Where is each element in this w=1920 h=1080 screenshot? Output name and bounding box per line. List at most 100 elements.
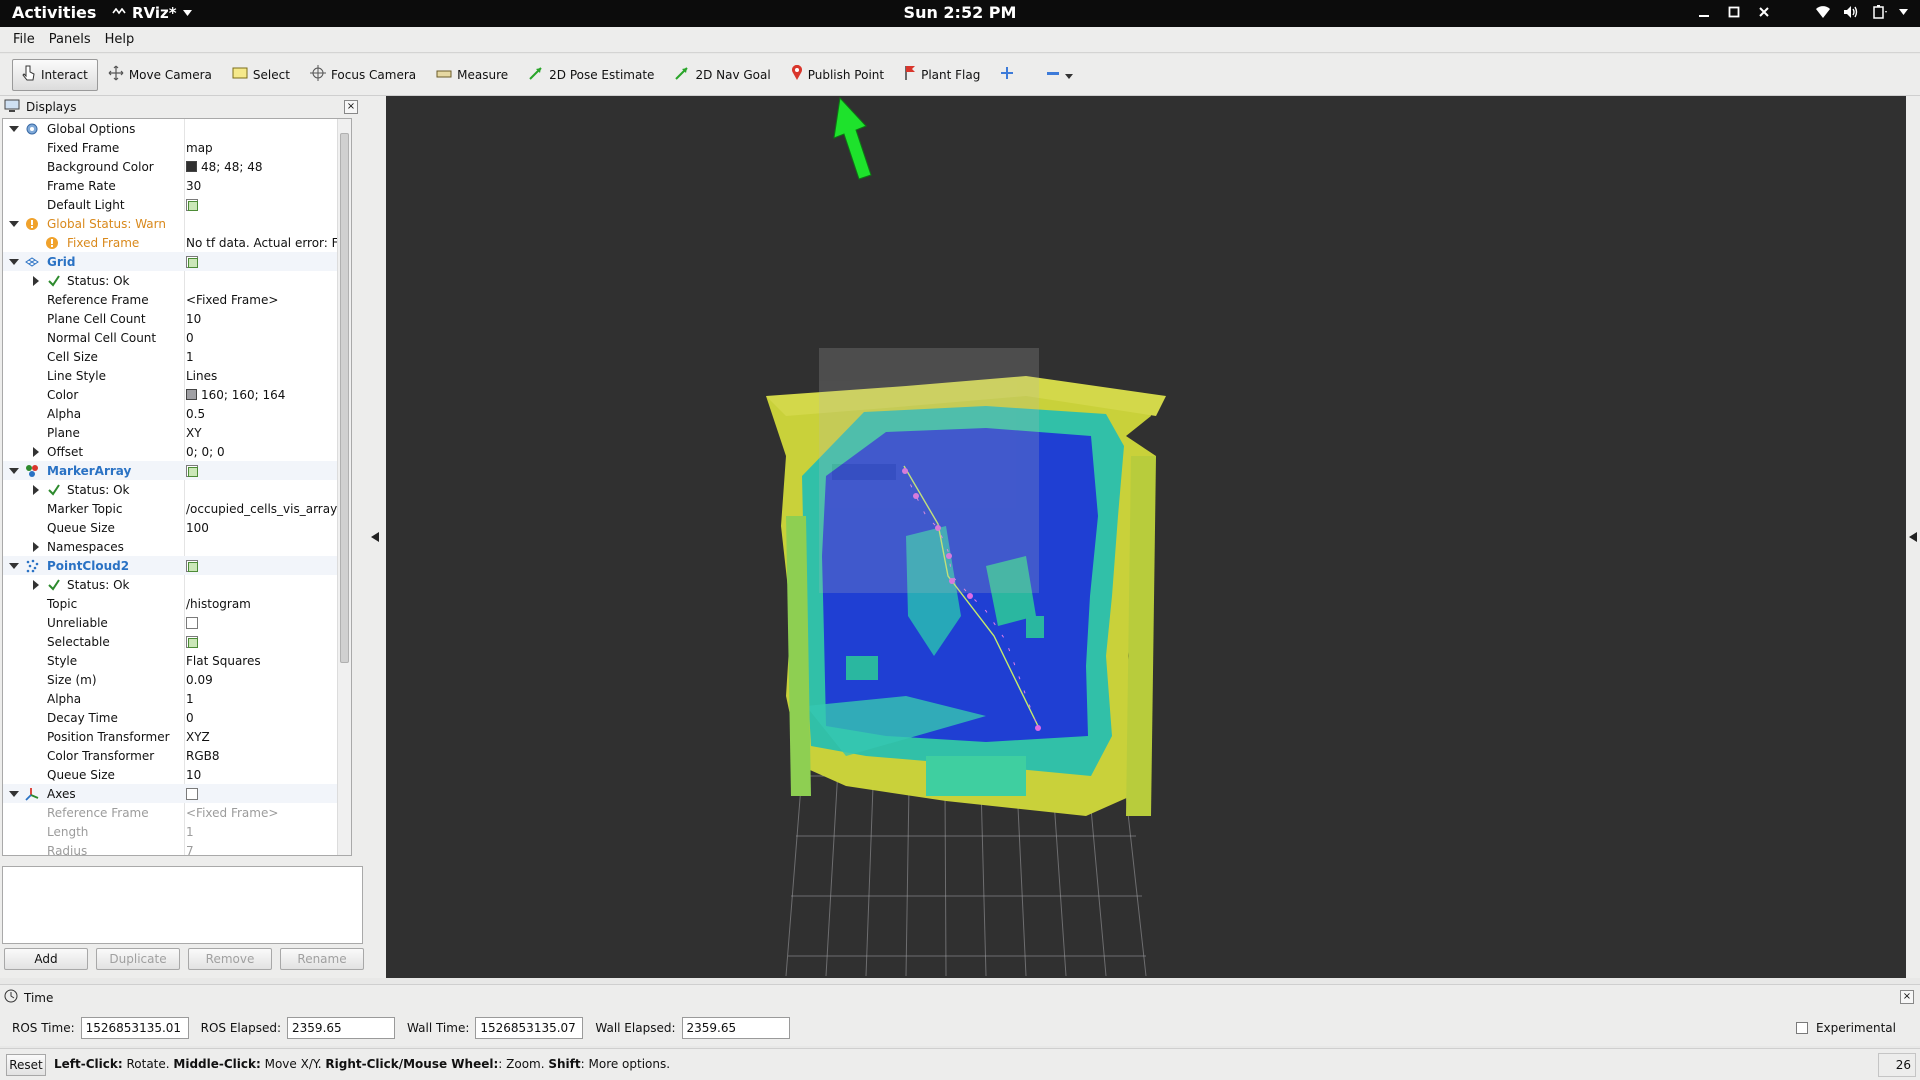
nav-goal-tool-button[interactable]: 2D Nav Goal xyxy=(664,59,780,91)
tree-row-color-transformer[interactable]: Color Transformer RGB8 xyxy=(3,746,351,765)
activities-button[interactable]: Activities xyxy=(12,3,96,22)
axes-enabled-checkbox[interactable] xyxy=(186,788,198,800)
tree-row-queue-size[interactable]: Queue Size 100 xyxy=(3,518,351,537)
property-value[interactable]: XY xyxy=(186,426,351,440)
property-value[interactable]: <Fixed Frame> xyxy=(186,293,351,307)
property-value[interactable]: 30 xyxy=(186,179,351,193)
default-light-checkbox[interactable] xyxy=(186,199,198,211)
tree-row-alpha[interactable]: Alpha 1 xyxy=(3,689,351,708)
tree-row-normal-cell-count[interactable]: Normal Cell Count 0 xyxy=(3,328,351,347)
clock[interactable]: Sun 2:52 PM xyxy=(0,3,1920,22)
tree-row-reference-frame[interactable]: Reference Frame <Fixed Frame> xyxy=(3,290,351,309)
reset-button[interactable]: Reset xyxy=(6,1054,46,1076)
tree-row-pointcloud2[interactable]: PointCloud2 xyxy=(3,556,351,575)
expand-right-icon[interactable] xyxy=(31,447,41,457)
tree-row-background-color[interactable]: Background Color 48; 48; 48 xyxy=(3,157,351,176)
experimental-option[interactable]: Experimental xyxy=(1795,1021,1896,1035)
selectable-checkbox[interactable] xyxy=(186,636,198,648)
property-value[interactable]: Lines xyxy=(186,369,351,383)
select-tool-button[interactable]: Select xyxy=(222,59,300,91)
property-value[interactable]: map xyxy=(186,141,351,155)
tree-row-frame-rate[interactable]: Frame Rate 30 xyxy=(3,176,351,195)
property-value[interactable]: 0.09 xyxy=(186,673,351,687)
focus-camera-tool-button[interactable]: Focus Camera xyxy=(300,59,426,91)
system-tray[interactable] xyxy=(1815,5,1908,19)
property-value[interactable]: 10 xyxy=(186,768,351,782)
duplicate-display-button[interactable]: Duplicate xyxy=(96,948,180,970)
grid-enabled-checkbox[interactable] xyxy=(186,256,198,268)
expand-right-icon[interactable] xyxy=(31,485,41,495)
add-tool-button[interactable] xyxy=(990,59,1024,91)
remove-display-button[interactable]: Remove xyxy=(188,948,272,970)
tree-row-size[interactable]: Size (m) 0.09 xyxy=(3,670,351,689)
move-camera-tool-button[interactable]: Move Camera xyxy=(98,59,222,91)
property-value[interactable]: /occupied_cells_vis_array xyxy=(186,502,351,516)
experimental-checkbox[interactable] xyxy=(1795,1022,1808,1034)
collapse-left-icon[interactable] xyxy=(371,532,379,542)
property-value[interactable]: 10 xyxy=(186,312,351,326)
right-dock-collapse[interactable] xyxy=(1906,96,1920,978)
ros-elapsed-field[interactable]: 2359.65 xyxy=(287,1017,396,1039)
tree-row-grid-status[interactable]: Status: Ok xyxy=(3,271,351,290)
property-value[interactable]: 160; 160; 164 xyxy=(186,388,351,402)
tree-row-cell-size[interactable]: Cell Size 1 xyxy=(3,347,351,366)
property-value[interactable]: 1 xyxy=(186,825,351,839)
plant-flag-tool-button[interactable]: Plant Flag xyxy=(894,59,990,91)
tree-row-style[interactable]: Style Flat Squares xyxy=(3,651,351,670)
publish-point-tool-button[interactable]: Publish Point xyxy=(781,59,894,91)
tree-row-default-light[interactable]: Default Light xyxy=(3,195,351,214)
3d-viewport[interactable] xyxy=(386,96,1906,978)
property-value[interactable]: 0 xyxy=(186,331,351,345)
tree-row-fixed-frame-status[interactable]: Fixed Frame No tf data. Actual error: Fi… xyxy=(3,233,351,252)
marker-array-enabled-checkbox[interactable] xyxy=(186,465,198,477)
unreliable-checkbox[interactable] xyxy=(186,617,198,629)
wall-elapsed-field[interactable]: 2359.65 xyxy=(681,1017,790,1039)
tree-row-queue-size[interactable]: Queue Size 10 xyxy=(3,765,351,784)
property-value[interactable]: RGB8 xyxy=(186,749,351,763)
tree-row-decay-time[interactable]: Decay Time 0 xyxy=(3,708,351,727)
wall-time-field[interactable]: 1526853135.07 xyxy=(475,1017,584,1039)
property-value[interactable]: <Fixed Frame> xyxy=(186,806,351,820)
tree-row-grid[interactable]: Grid xyxy=(3,252,351,271)
expand-down-icon[interactable] xyxy=(9,219,19,229)
tree-scrollbar[interactable] xyxy=(337,119,351,855)
expand-right-icon[interactable] xyxy=(31,580,41,590)
interact-tool-button[interactable]: Interact xyxy=(12,58,98,91)
tree-row-global-options[interactable]: Global Options xyxy=(3,119,351,138)
3d-scene[interactable] xyxy=(386,96,1906,978)
tree-row-plane[interactable]: Plane XY xyxy=(3,423,351,442)
tree-row-fixed-frame[interactable]: Fixed Frame map xyxy=(3,138,351,157)
pose-estimate-tool-button[interactable]: 2D Pose Estimate xyxy=(518,59,664,91)
tree-row-alpha[interactable]: Alpha 0.5 xyxy=(3,404,351,423)
expand-right-icon[interactable] xyxy=(31,542,41,552)
property-value[interactable]: 1 xyxy=(186,350,351,364)
property-value[interactable]: Flat Squares xyxy=(186,654,351,668)
scrollbar-thumb[interactable] xyxy=(340,133,349,663)
property-value[interactable]: 0; 0; 0 xyxy=(186,445,351,459)
tree-row-color[interactable]: Color 160; 160; 164 xyxy=(3,385,351,404)
close-icon[interactable]: × xyxy=(344,100,358,114)
tree-row-axes[interactable]: Axes xyxy=(3,784,351,803)
tree-row-marker-topic[interactable]: Marker Topic /occupied_cells_vis_array xyxy=(3,499,351,518)
ros-time-field[interactable]: 1526853135.01 xyxy=(80,1017,189,1039)
tree-row-plane-cell-count[interactable]: Plane Cell Count 10 xyxy=(3,309,351,328)
property-value[interactable]: 1 xyxy=(186,692,351,706)
tree-row-marker-array[interactable]: MarkerArray xyxy=(3,461,351,480)
property-value[interactable]: 0 xyxy=(186,711,351,725)
tree-row-position-transformer[interactable]: Position Transformer XYZ xyxy=(3,727,351,746)
displays-tree[interactable]: Global Options Fixed Frame map Backgroun… xyxy=(2,118,352,856)
remove-tool-menu-button[interactable] xyxy=(1036,59,1083,91)
tree-row-length[interactable]: Length 1 xyxy=(3,822,351,841)
property-value[interactable]: XYZ xyxy=(186,730,351,744)
expand-down-icon[interactable] xyxy=(9,466,19,476)
tree-row-global-status[interactable]: Global Status: Warn xyxy=(3,214,351,233)
tree-row-radius[interactable]: Radius 7 xyxy=(3,841,351,856)
pointcloud2-enabled-checkbox[interactable] xyxy=(186,560,198,572)
property-value[interactable]: /histogram xyxy=(186,597,351,611)
tree-row-line-style[interactable]: Line Style Lines xyxy=(3,366,351,385)
property-value[interactable]: 7 xyxy=(186,844,351,856)
expand-down-icon[interactable] xyxy=(9,789,19,799)
menu-panels[interactable]: Panels xyxy=(42,32,98,47)
tree-row-unreliable[interactable]: Unreliable xyxy=(3,613,351,632)
close-icon[interactable]: × xyxy=(1900,990,1914,1004)
